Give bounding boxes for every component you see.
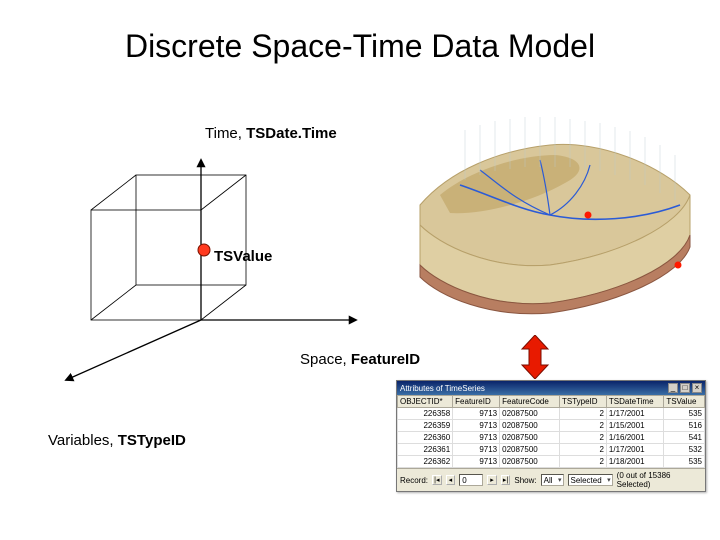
axis-label-time-prefix: Time, bbox=[205, 125, 246, 142]
axis-label-time: Time, TSDate.Time bbox=[205, 125, 337, 142]
link-arrow-icon bbox=[520, 335, 550, 379]
terrain-illustration bbox=[390, 115, 700, 315]
table-row[interactable]: 22636097130208750021/16/2001541 bbox=[398, 432, 705, 444]
table-cell: 2 bbox=[559, 456, 606, 468]
table-row[interactable]: 22635897130208750021/17/2001535 bbox=[398, 408, 705, 420]
table-cell: 226362 bbox=[398, 456, 453, 468]
axis-label-variables: Variables, TSTypeID bbox=[48, 432, 186, 449]
table-row[interactable]: 22635997130208750021/15/2001516 bbox=[398, 420, 705, 432]
window-statusbar: Record: |◂ ◂ 0 ▸ ▸| Show: All Selected (… bbox=[397, 468, 705, 491]
table-cell: 9713 bbox=[453, 432, 500, 444]
table-cell: 02087500 bbox=[500, 420, 560, 432]
axis-label-space: Space, FeatureID bbox=[300, 351, 420, 368]
table-cell: 2 bbox=[559, 432, 606, 444]
axis-label-var-bold: TSTypeID bbox=[118, 432, 186, 449]
table-cell: 02087500 bbox=[500, 432, 560, 444]
axis-label-time-bold: TSDate.Time bbox=[246, 125, 337, 142]
table-cell: 226360 bbox=[398, 432, 453, 444]
col-featureid[interactable]: FeatureID bbox=[453, 396, 500, 408]
record-label: Record: bbox=[400, 476, 428, 485]
table-cell: 2 bbox=[559, 420, 606, 432]
minimize-button[interactable]: _ bbox=[668, 383, 678, 393]
table-cell: 9713 bbox=[453, 456, 500, 468]
table-cell: 1/15/2001 bbox=[606, 420, 663, 432]
table-cell: 2 bbox=[559, 408, 606, 420]
table-cell: 2 bbox=[559, 444, 606, 456]
next-record-button[interactable]: ▸ bbox=[487, 475, 497, 485]
table-row[interactable]: 22636297130208750021/18/2001535 bbox=[398, 456, 705, 468]
table-cell: 9713 bbox=[453, 408, 500, 420]
axis-label-var-prefix: Variables, bbox=[48, 432, 118, 449]
table-cell: 535 bbox=[664, 456, 705, 468]
col-featurecode[interactable]: FeatureCode bbox=[500, 396, 560, 408]
page-title: Discrete Space-Time Data Model bbox=[0, 28, 720, 65]
table-cell: 532 bbox=[664, 444, 705, 456]
close-button[interactable]: × bbox=[692, 383, 702, 393]
tsvalue-label: TSValue bbox=[214, 248, 272, 265]
show-label: Show: bbox=[514, 476, 536, 485]
maximize-button[interactable]: □ bbox=[680, 383, 690, 393]
last-record-button[interactable]: ▸| bbox=[501, 475, 511, 485]
table-cell: 541 bbox=[664, 432, 705, 444]
selection-summary: (0 out of 15386 Selected) bbox=[617, 471, 702, 489]
table-cell: 1/17/2001 bbox=[606, 408, 663, 420]
table-cell: 02087500 bbox=[500, 408, 560, 420]
table-cell: 9713 bbox=[453, 444, 500, 456]
table-cell: 1/16/2001 bbox=[606, 432, 663, 444]
table-row[interactable]: 22636197130208750021/17/2001532 bbox=[398, 444, 705, 456]
table-cell: 516 bbox=[664, 420, 705, 432]
record-number-input[interactable]: 0 bbox=[459, 474, 483, 486]
prev-record-button[interactable]: ◂ bbox=[446, 475, 456, 485]
attribute-table: OBJECTID* FeatureID FeatureCode TSTypeID… bbox=[397, 395, 705, 468]
axis-label-space-prefix: Space, bbox=[300, 351, 351, 368]
show-mode-select[interactable]: All bbox=[541, 474, 564, 486]
window-title: Attributes of TimeSeries bbox=[400, 384, 485, 393]
axis-label-space-bold: FeatureID bbox=[351, 351, 420, 368]
table-cell: 02087500 bbox=[500, 444, 560, 456]
col-tsdatetime[interactable]: TSDateTime bbox=[606, 396, 663, 408]
table-cell: 226358 bbox=[398, 408, 453, 420]
table-cell: 226361 bbox=[398, 444, 453, 456]
window-titlebar: Attributes of TimeSeries _ □ × bbox=[397, 381, 705, 395]
first-record-button[interactable]: |◂ bbox=[432, 475, 442, 485]
col-tsvalue[interactable]: TSValue bbox=[664, 396, 705, 408]
table-header-row: OBJECTID* FeatureID FeatureCode TSTypeID… bbox=[398, 396, 705, 408]
table-cell: 535 bbox=[664, 408, 705, 420]
table-cell: 02087500 bbox=[500, 456, 560, 468]
selected-mode-select[interactable]: Selected bbox=[568, 474, 613, 486]
table-cell: 226359 bbox=[398, 420, 453, 432]
attribute-window: Attributes of TimeSeries _ □ × OBJECTID*… bbox=[396, 380, 706, 492]
table-cell: 1/17/2001 bbox=[606, 444, 663, 456]
table-cell: 1/18/2001 bbox=[606, 456, 663, 468]
col-objectid[interactable]: OBJECTID* bbox=[398, 396, 453, 408]
table-cell: 9713 bbox=[453, 420, 500, 432]
col-tstypeid[interactable]: TSTypeID bbox=[559, 396, 606, 408]
